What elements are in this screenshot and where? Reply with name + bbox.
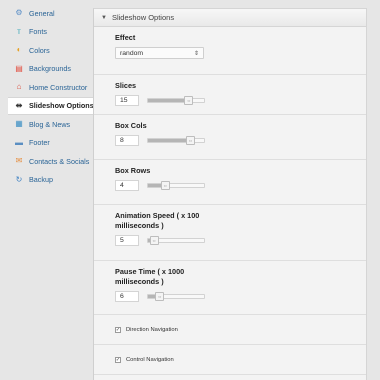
checkbox-label: Direction Navigation [126,326,178,333]
box-rows-input[interactable]: 4 [115,180,139,191]
pause-time-input[interactable]: 6 [115,291,139,302]
sidebar-item-contacts-socials[interactable]: ✉ Contacts & Socials [8,152,92,171]
direction-navigation-checkbox[interactable]: ✓ [115,326,121,333]
slider-row-slices: Slices 15 ⇔ [94,75,366,115]
sidebar-item-footer[interactable]: ▬ Footer [8,134,92,153]
sidebar: ⚙ General ᴛ Fonts ◐ Colors ▤ Backgrounds ⌂ Ho… [8,4,95,190]
sidebar-item-label: Blog & News [29,119,71,129]
sidebar-item-slideshow-options[interactable]: ⇹ Slideshow Options [8,96,95,115]
panel-header[interactable]: ▼ Slideshow Options [94,9,366,27]
blog-icon: ▦ [15,119,23,129]
slideshow-options-panel: ▼ Slideshow Options Effect random ⇕ Slic… [93,8,367,380]
gear-icon: ⚙ [15,8,23,18]
sidebar-item-label: Colors [29,45,50,55]
slider-label: Box Rows [115,166,151,175]
sidebar-item-blog-news[interactable]: ▦ Blog & News [8,115,92,134]
control-navigation-row: ✓ Control Navigation [94,345,366,375]
footer-icon: ▬ [15,137,23,147]
slider-label: Slices [115,81,137,90]
checkbox-label: Control Navigation [126,356,174,363]
box-cols-input[interactable]: 8 [115,135,139,146]
slider-row-pause-time: Pause Time ( x 1000 milliseconds ) 6 ⇔ [94,261,366,315]
slider-fill [148,99,189,102]
animation-speed-input[interactable]: 5 [115,235,139,246]
direction-navigation-row: ✓ Direction Navigation [94,315,366,345]
sidebar-item-label: Footer [29,138,50,148]
sidebar-item-label: Backup [29,175,53,185]
sidebar-item-label: Fonts [29,27,47,37]
sidebar-item-label: Backgrounds [29,64,71,74]
slider-label: Pause Time ( x 1000 milliseconds ) [115,267,185,286]
sidebar-item-fonts[interactable]: ᴛ Fonts [8,23,92,42]
sidebar-item-label: Slideshow Options [29,101,94,111]
sidebar-item-label: Contacts & Socials [29,156,90,166]
options-page: ⚙ General ᴛ Fonts ◐ Colors ▤ Backgrounds ⌂ Ho… [0,0,380,380]
sidebar-item-general[interactable]: ⚙ General [8,4,92,23]
pause-time-slider[interactable]: ⇔ [147,292,205,301]
sidebar-item-colors[interactable]: ◐ Colors [8,41,92,60]
panel-title: Slideshow Options [111,13,175,22]
slider-label: Animation Speed ( x 100 milliseconds ) [115,211,200,230]
collapse-triangle-icon[interactable]: ▼ [101,15,107,21]
slices-input[interactable]: 15 [115,95,139,106]
control-navigation-checkbox[interactable]: ✓ [115,356,121,363]
sidebar-item-label: General [29,8,55,18]
effect-row: Effect random ⇕ [94,27,366,75]
box-cols-slider[interactable]: ⇔ [147,136,205,145]
slider-handle[interactable]: ⇔ [184,96,194,105]
slider-handle[interactable]: ⇔ [149,236,159,245]
sidebar-item-home-constructor[interactable]: ⌂ Home Constructor [8,78,92,97]
effect-select-value: random [120,49,144,57]
select-arrows-icon: ⇕ [193,50,199,57]
slider-fill [148,139,190,142]
backup-icon: ↻ [15,174,23,184]
slideshow-icon: ⇹ [15,100,23,110]
sidebar-item-label: Home Constructor [29,82,88,92]
slices-slider[interactable]: ⇔ [147,96,205,105]
backgrounds-icon: ▤ [15,63,23,73]
box-rows-slider[interactable]: ⇔ [147,181,205,190]
sidebar-item-backgrounds[interactable]: ▤ Backgrounds [8,60,92,79]
slider-row-box-rows: Box Rows 4 ⇔ [94,160,366,205]
effect-select[interactable]: random ⇕ [115,47,204,59]
slider-label: Box Cols [115,121,147,130]
sidebar-item-backup[interactable]: ↻ Backup [8,171,92,190]
contacts-icon: ✉ [15,156,23,166]
slider-row-animation-speed: Animation Speed ( x 100 milliseconds ) 5… [94,205,366,261]
home-constructor-icon: ⌂ [16,82,22,92]
slider-handle[interactable]: ⇔ [186,136,195,145]
slider-handle[interactable]: ⇔ [155,292,165,301]
effect-label: Effect [115,33,136,42]
slider-handle[interactable]: ⇔ [160,181,170,190]
slider-row-box-cols: Box Cols 8 ⇔ [94,115,366,160]
colors-icon: ◐ [16,45,22,55]
animation-speed-slider[interactable]: ⇔ [147,236,205,245]
fonts-icon: ᴛ [17,26,21,36]
